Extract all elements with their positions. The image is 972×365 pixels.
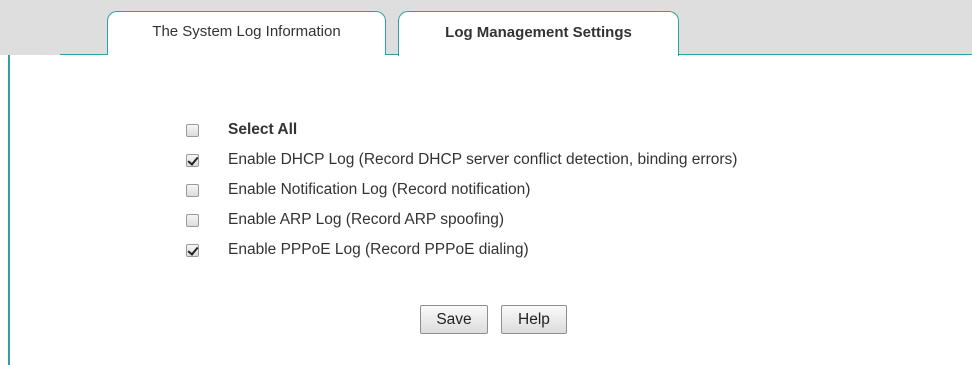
help-button[interactable]: Help bbox=[501, 305, 567, 334]
arp-log-row: Enable ARP Log (Record ARP spoofing) bbox=[186, 205, 737, 235]
dhcp-log-label: Enable DHCP Log (Record DHCP server conf… bbox=[228, 151, 738, 168]
save-button[interactable]: Save bbox=[420, 305, 488, 334]
dhcp-log-row: Enable DHCP Log (Record DHCP server conf… bbox=[186, 145, 737, 175]
pppoe-log-checkbox[interactable] bbox=[186, 243, 199, 257]
log-options-list: Select All Enable DHCP Log (Record DHCP … bbox=[186, 115, 737, 265]
notification-log-checkbox[interactable] bbox=[186, 183, 199, 197]
select-all-row: Select All bbox=[186, 115, 737, 145]
action-buttons: Save Help bbox=[420, 305, 567, 334]
tab-label: The System Log Information bbox=[152, 23, 341, 40]
arp-log-checkbox[interactable] bbox=[186, 213, 199, 227]
tab-log-management-settings[interactable]: Log Management Settings bbox=[398, 11, 679, 56]
tab-system-log-information[interactable]: The System Log Information bbox=[107, 11, 386, 55]
pppoe-log-row: Enable PPPoE Log (Record PPPoE dialing) bbox=[186, 235, 737, 265]
select-all-checkbox[interactable] bbox=[186, 123, 199, 137]
notification-log-row: Enable Notification Log (Record notifica… bbox=[186, 175, 737, 205]
notification-log-label: Enable Notification Log (Record notifica… bbox=[228, 181, 531, 198]
select-all-label: Select All bbox=[228, 121, 298, 138]
pppoe-log-label: Enable PPPoE Log (Record PPPoE dialing) bbox=[228, 241, 529, 258]
dhcp-log-checkbox[interactable] bbox=[186, 153, 199, 167]
tab-label: Log Management Settings bbox=[445, 24, 632, 41]
arp-log-label: Enable ARP Log (Record ARP spoofing) bbox=[228, 211, 505, 228]
content-left-border bbox=[8, 55, 10, 365]
